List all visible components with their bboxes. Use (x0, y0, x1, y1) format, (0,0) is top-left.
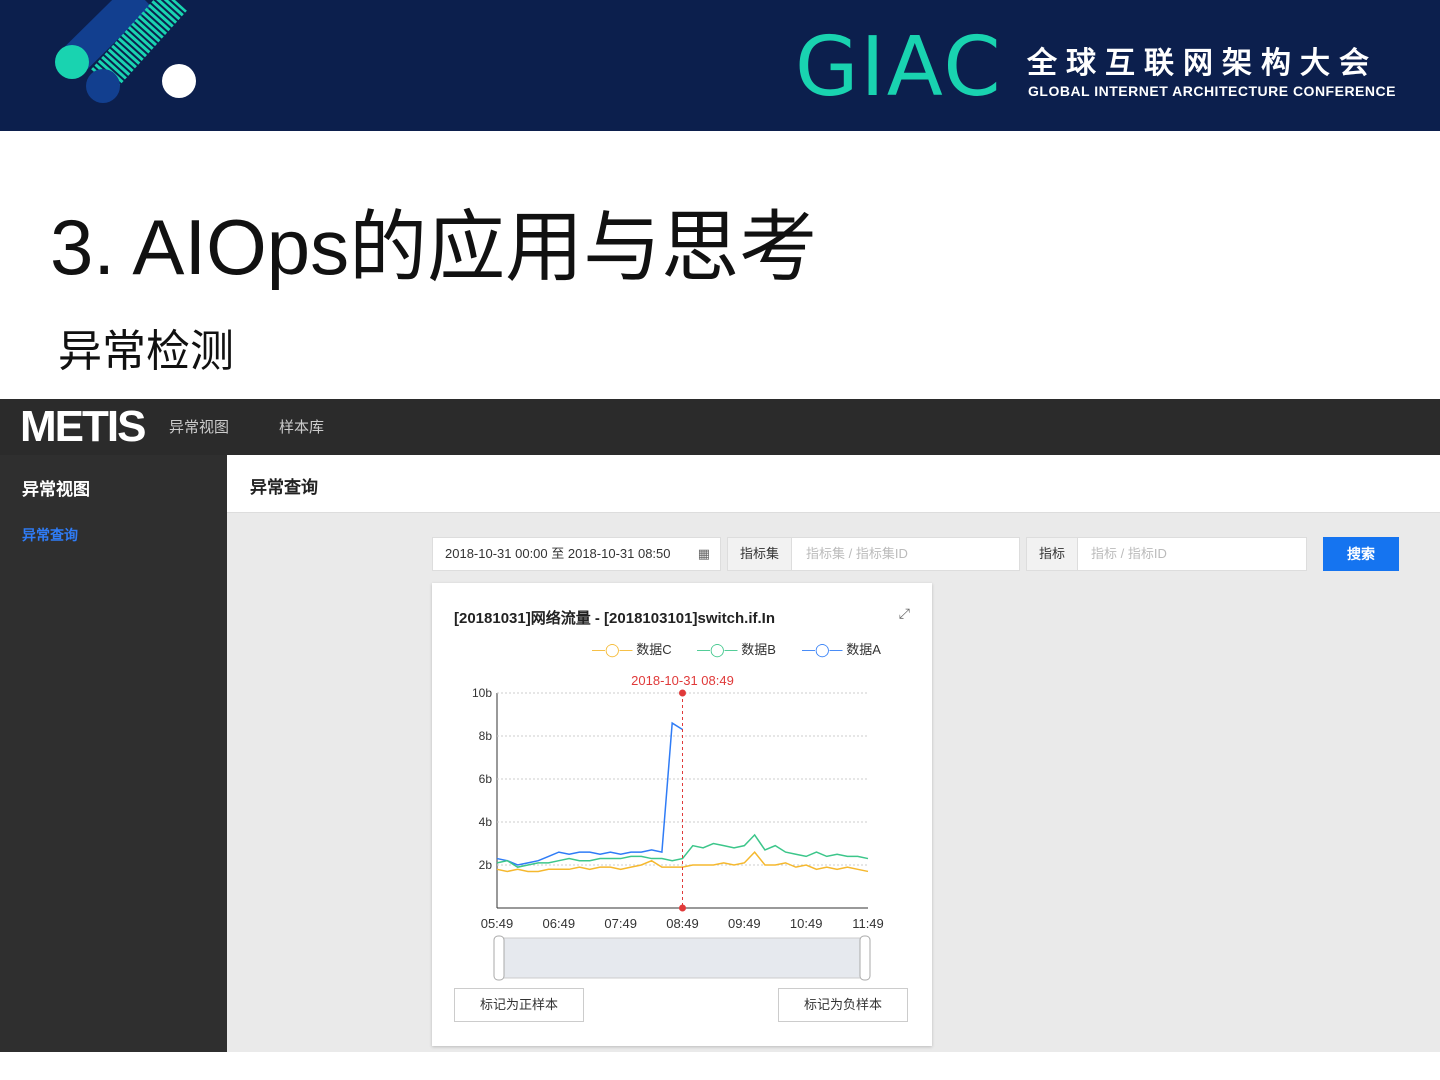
series-line-数据A (496, 721, 683, 866)
page-header: 异常查询 (227, 455, 1440, 513)
x-tick-label: 07:49 (604, 916, 637, 931)
metric-set-label: 指标集 (728, 538, 793, 570)
search-button[interactable]: 搜索 (1323, 537, 1399, 571)
slide-title: 3. AIOps的应用与思考 (50, 203, 818, 291)
date-range-value: 2018-10-31 00:00 至 2018-10-31 08:50 (445, 546, 671, 561)
conference-banner: GIAC 全球互联网架构大会 GLOBAL INTERNET ARCHITECT… (0, 0, 1440, 131)
y-tick-label: 10b (472, 686, 492, 700)
sidebar-heading: 异常视图 (22, 480, 90, 499)
data-zoom-slider (498, 937, 867, 979)
metric-input[interactable]: 指标 / 指标ID (1091, 538, 1167, 570)
x-tick-label: 06:49 (543, 916, 576, 931)
data-zoom-handle-left (493, 935, 505, 981)
metis-app: METIS 异常视图 样本库 异常视图 异常查询 异常查询 2018-10-31… (0, 399, 1440, 1052)
giac-logo-graphic (55, 0, 196, 103)
anomaly-marker-label: 2018-10-31 08:49 (631, 673, 734, 688)
x-tick-label: 05:49 (481, 916, 514, 931)
date-range-picker[interactable]: 2018-10-31 00:00 至 2018-10-31 08:50 ▦ (432, 537, 721, 571)
mark-positive-button[interactable]: 标记为正样本 (454, 988, 584, 1022)
conference-title-en: GLOBAL INTERNET ARCHITECTURE CONFERENCE (1028, 83, 1396, 99)
sidebar-item-anomaly-query[interactable]: 异常查询 (22, 525, 78, 545)
calendar-icon: ▦ (697, 546, 710, 561)
x-tick-label: 08:49 (666, 916, 699, 931)
metis-logo: METIS (20, 402, 146, 451)
anomaly-marker-dot (679, 904, 686, 912)
metric-set-field[interactable]: 指标集 指标集 / 指标集ID (727, 537, 1020, 571)
x-tick-label: 11:49 (852, 916, 884, 931)
metric-set-input[interactable]: 指标集 / 指标集ID (806, 538, 908, 570)
giac-logo: GIAC (795, 20, 1003, 115)
data-zoom-handle-right (859, 935, 871, 981)
mark-negative-button[interactable]: 标记为负样本 (778, 988, 908, 1022)
x-tick-label: 10:49 (790, 916, 823, 931)
sidebar: 异常视图 异常查询 (0, 455, 227, 1052)
anomaly-marker-dot (679, 689, 686, 697)
conference-title-cn: 全球互联网架构大会 (1027, 47, 1378, 80)
nav-anomaly-view[interactable]: 异常视图 (169, 416, 229, 437)
y-tick-label: 2b (479, 858, 493, 872)
metric-field[interactable]: 指标 指标 / 指标ID (1026, 537, 1307, 571)
chart-card: [20181031]网络流量 - [2018103101]switch.if.I… (432, 583, 932, 1046)
top-nav: METIS 异常视图 样本库 (0, 399, 1440, 455)
page-title: 异常查询 (250, 478, 318, 497)
y-tick-label: 8b (479, 729, 493, 743)
slide-subtitle: 异常检测 (58, 327, 234, 376)
y-tick-label: 4b (479, 815, 493, 829)
x-tick-label: 09:49 (728, 916, 761, 931)
metric-label: 指标 (1027, 538, 1079, 570)
nav-sample-library[interactable]: 样本库 (279, 416, 324, 437)
y-tick-label: 6b (479, 772, 493, 786)
line-chart: 2b 4b 6b 8b 10b 05:49 06:49 07:49 08:49 09:49 10:4… (472, 673, 884, 981)
